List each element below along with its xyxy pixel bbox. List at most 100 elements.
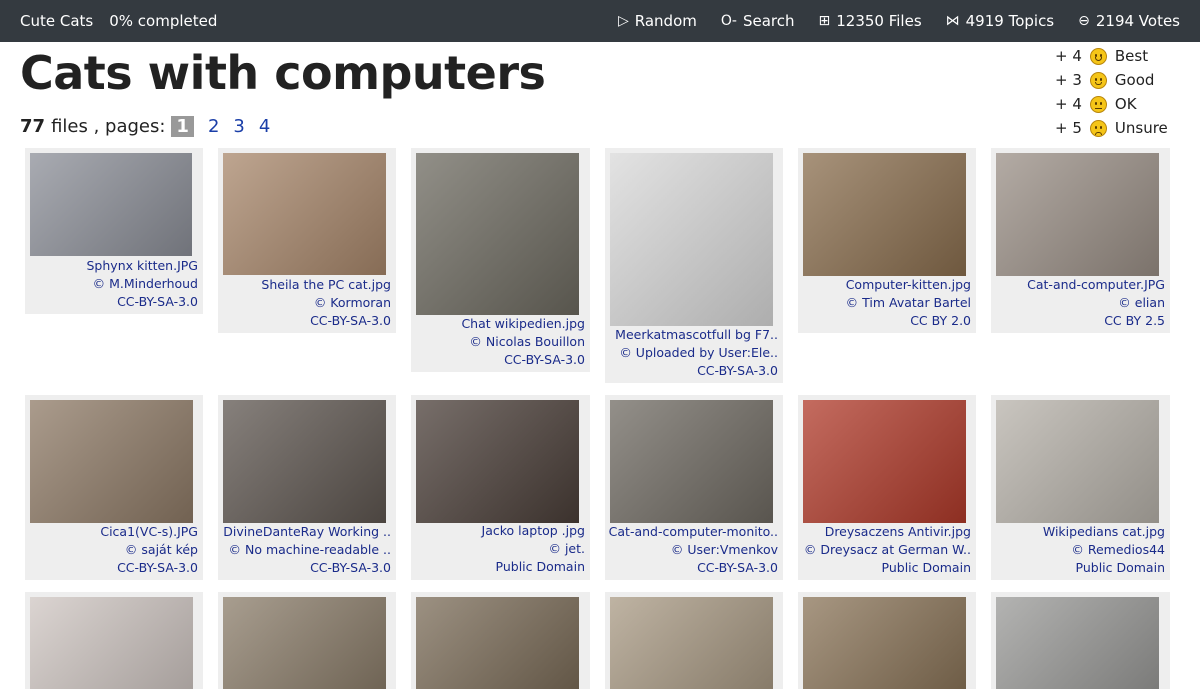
file-name[interactable]: Cica1(VC-s).JPG (100, 523, 198, 541)
author: © Uploaded by User:Ele.. (619, 345, 778, 360)
vote-unsure[interactable]: + 5 Unsure (1055, 116, 1168, 140)
ballot-icon: ⊖ (1078, 13, 1090, 29)
navbar-left: Cute Cats 0% completed (20, 0, 233, 42)
grinning-face-icon (1089, 47, 1107, 65)
image-card[interactable]: Cica1(VC-s).JPG © saját kép CC-BY-SA-3.0 (25, 395, 203, 580)
file-name[interactable]: Jacko laptop .jpg (482, 522, 585, 540)
search-link[interactable]: O‑ Search (721, 12, 795, 30)
cat-photo[interactable] (30, 597, 193, 689)
file-name[interactable]: Wikipedians cat.jpg (1043, 523, 1165, 541)
page-4-link[interactable]: 4 (259, 116, 270, 137)
image-card[interactable] (25, 592, 203, 689)
site-title-link[interactable]: Cute Cats (20, 12, 93, 30)
cat-photo[interactable] (803, 153, 966, 276)
image-card[interactable]: Jacko laptop .jpg © jet. Public Domain (411, 395, 590, 580)
page-3-link[interactable]: 3 (233, 116, 244, 137)
image-card[interactable]: DivineDanteRay Working .. © No machine-r… (218, 395, 396, 580)
file-name[interactable]: Meerkatmascotfull bg F7.. (615, 326, 778, 344)
cat-photo[interactable] (610, 153, 773, 326)
image-card[interactable]: Computer-kitten.jpg © Tim Avatar Bartel … (798, 148, 976, 333)
page-title: Cats with computers (20, 46, 546, 100)
vote-best[interactable]: + 4 Best (1055, 44, 1168, 68)
image-card[interactable] (218, 592, 396, 689)
image-card[interactable]: Meerkatmascotfull bg F7.. © Uploaded by … (605, 148, 783, 383)
files-pages-label: files , pages: (51, 116, 166, 137)
license[interactable]: Public Domain (496, 558, 585, 576)
file-name[interactable]: Sheila the PC cat.jpg (261, 276, 391, 294)
license[interactable]: CC-BY-SA-3.0 (697, 559, 778, 577)
page-2-link[interactable]: 2 (208, 116, 219, 137)
image-card[interactable] (798, 592, 976, 689)
cat-photo[interactable] (223, 597, 386, 689)
image-card[interactable]: Sphynx kitten.JPG © M.Minderhoud CC-BY-S… (25, 148, 203, 314)
progress-text: 0% completed (109, 12, 218, 30)
license[interactable]: Public Domain (882, 559, 971, 577)
file-name[interactable]: Sphynx kitten.JPG (87, 257, 199, 275)
author: © M.Minderhoud (92, 276, 198, 291)
files-link[interactable]: ⊞ 12350 Files (819, 12, 922, 30)
vote-unsure-label: Unsure (1114, 119, 1168, 137)
license[interactable]: CC-BY-SA-3.0 (310, 559, 391, 577)
files-label: 12350 Files (836, 12, 922, 30)
author: © jet. (548, 541, 585, 556)
author: © elian (1118, 295, 1165, 310)
random-link[interactable]: ▷ Random (618, 12, 697, 30)
file-name[interactable]: Computer-kitten.jpg (846, 276, 971, 294)
author: © saját kép (124, 542, 198, 557)
license[interactable]: CC BY 2.0 (910, 312, 971, 330)
play-icon: ▷ (617, 13, 629, 29)
random-label: Random (634, 12, 697, 30)
cat-photo[interactable] (416, 597, 579, 689)
license[interactable]: CC BY 2.5 (1104, 312, 1165, 330)
page-1-current[interactable]: 1 (171, 116, 194, 137)
vote-ok[interactable]: + 4 OK (1055, 92, 1168, 116)
file-name[interactable]: Cat-and-computer-monito.. (609, 523, 778, 541)
image-card[interactable] (411, 592, 590, 689)
image-card[interactable]: Cat-and-computer.JPG © elian CC BY 2.5 (991, 148, 1170, 333)
cat-photo[interactable] (996, 400, 1159, 523)
author: © Kormoran (313, 295, 391, 310)
file-name[interactable]: DivineDanteRay Working .. (223, 523, 391, 541)
cat-photo[interactable] (996, 153, 1159, 276)
key-icon: O‑ (720, 13, 737, 29)
cat-photo[interactable] (416, 400, 579, 523)
license[interactable]: CC-BY-SA-3.0 (697, 362, 778, 380)
cat-photo[interactable] (610, 597, 773, 689)
cat-photo[interactable] (803, 400, 966, 523)
license[interactable]: CC-BY-SA-3.0 (504, 351, 585, 369)
vote-good[interactable]: + 3 Good (1055, 68, 1168, 92)
image-card[interactable]: Dreysaczens Antivir.jpg © Dreysacz at Ge… (798, 395, 976, 580)
topics-link[interactable]: ⋈ 4919 Topics (946, 12, 1054, 30)
license[interactable]: CC-BY-SA-3.0 (117, 293, 198, 311)
image-card[interactable]: Sheila the PC cat.jpg © Kormoran CC-BY-S… (218, 148, 396, 333)
cat-photo[interactable] (610, 400, 773, 523)
file-name[interactable]: Dreysaczens Antivir.jpg (825, 523, 971, 541)
grid-icon: ⊞ (818, 13, 831, 29)
image-card[interactable]: Cat-and-computer-monito.. © User:Vmenkov… (605, 395, 783, 580)
vote-ok-plus: + 4 (1055, 95, 1082, 113)
cat-photo[interactable] (803, 597, 966, 689)
cat-photo[interactable] (223, 400, 386, 523)
license[interactable]: Public Domain (1076, 559, 1165, 577)
image-card[interactable] (991, 592, 1170, 689)
votes-link[interactable]: ⊖ 2194 Votes (1078, 12, 1180, 30)
author: © Remedios44 (1071, 542, 1165, 557)
image-card[interactable]: Wikipedians cat.jpg © Remedios44 Public … (991, 395, 1170, 580)
author: © Tim Avatar Bartel (845, 295, 971, 310)
image-card[interactable]: Chat wikipedien.jpg © Nicolas Bouillon C… (411, 148, 590, 372)
license[interactable]: CC-BY-SA-3.0 (310, 312, 391, 330)
cat-photo[interactable] (416, 153, 579, 315)
vote-best-plus: + 4 (1055, 47, 1082, 65)
license[interactable]: CC-BY-SA-3.0 (117, 559, 198, 577)
cat-photo[interactable] (30, 153, 192, 256)
image-card[interactable] (605, 592, 783, 689)
file-name[interactable]: Cat-and-computer.JPG (1027, 276, 1165, 294)
vote-good-label: Good (1114, 71, 1155, 89)
cat-photo[interactable] (30, 400, 193, 523)
vote-options: + 4 Best + 3 Good + 4 OK + 5 Unsure (1055, 44, 1168, 140)
file-name[interactable]: Chat wikipedien.jpg (461, 315, 585, 333)
cat-photo[interactable] (996, 597, 1159, 689)
navbar-right: ▷ Random O‑ Search ⊞ 12350 Files ⋈ 4919 … (594, 0, 1180, 42)
cat-photo[interactable] (223, 153, 386, 275)
smiling-face-icon (1089, 71, 1107, 89)
